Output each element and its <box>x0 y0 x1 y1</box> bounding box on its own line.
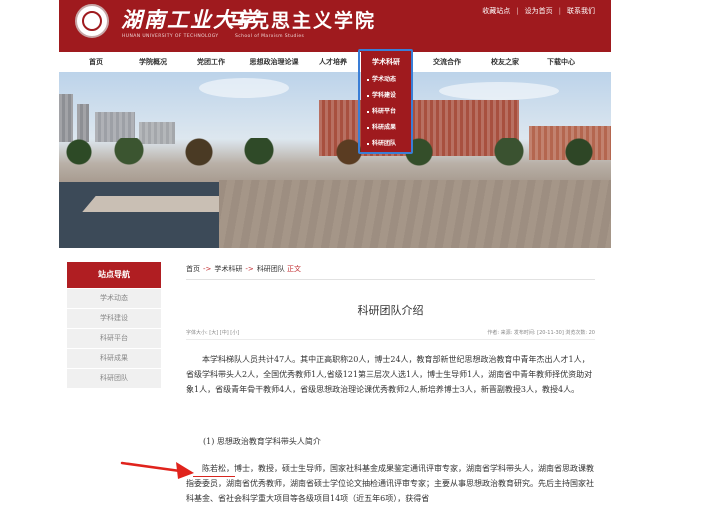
nav-item-talent[interactable]: 人才培养 <box>311 52 355 72</box>
school-name-en: School of Marxism Studies <box>235 34 305 39</box>
school-name: 马克思主义学院 <box>229 10 377 32</box>
nav-item-home[interactable]: 首页 <box>81 52 111 72</box>
pond <box>59 182 219 248</box>
trees <box>59 138 611 166</box>
sidebar-item-platform[interactable]: 科研平台 <box>67 329 161 348</box>
font-size-controls[interactable]: 字体大小: [大] [中] [小] <box>186 330 239 336</box>
divider: | <box>516 7 519 15</box>
highlight-annotation-box <box>358 49 413 154</box>
breadcrumb-arrow: -> <box>203 265 212 273</box>
nav-item-exchange[interactable]: 交流合作 <box>425 52 469 72</box>
sidebar-item-discipline[interactable]: 学科建设 <box>67 309 161 328</box>
university-seal-logo[interactable] <box>75 4 109 38</box>
cloud <box>199 78 289 98</box>
sidebar-item-achievements[interactable]: 科研成果 <box>67 349 161 368</box>
bookmark-link[interactable]: 收藏站点 <box>482 7 510 15</box>
breadcrumb: 首页 -> 学术科研 -> 科研团队 正文 <box>186 264 301 274</box>
paragraph-text: 陈若松，博士，教授，硕士生导师，国家社科基金成果鉴定通讯评审专家，湖南省学科带头… <box>186 464 594 503</box>
top-links: 收藏站点 | 设为首页 | 联系我们 <box>482 6 595 16</box>
plaza <box>219 180 611 248</box>
divider: | <box>558 7 561 15</box>
sidebar: 站点导航 学术动态 学科建设 科研平台 科研成果 科研团队 <box>67 262 161 388</box>
nav-item-about[interactable]: 学院概况 <box>131 52 175 72</box>
nav-item-download[interactable]: 下载中心 <box>539 52 583 72</box>
breadcrumb-arrow: -> <box>245 265 254 273</box>
building <box>59 94 73 142</box>
sidebar-item-academic-news[interactable]: 学术动态 <box>67 289 161 308</box>
page: 湖南工业大学 HUNAN UNIVERSITY OF TECHNOLOGY 马克… <box>59 0 611 514</box>
breadcrumb-research[interactable]: 学术科研 <box>214 265 242 273</box>
article-title: 科研团队介绍 <box>357 304 424 317</box>
set-homepage-link[interactable]: 设为首页 <box>525 7 553 15</box>
main-nav: 首页 学院概况 党团工作 思想政治理论课 人才培养 学术科研 交流合作 校友之家… <box>59 52 611 73</box>
breadcrumb-home[interactable]: 首页 <box>186 265 200 273</box>
name-underline-annotation <box>193 476 235 477</box>
article-meta: 字体大小: [大] [中] [小] 作者: 来源: 发布时间: [20-11-3… <box>186 329 595 336</box>
divider <box>186 339 595 340</box>
breadcrumb-team[interactable]: 科研团队 <box>257 265 285 273</box>
article-paragraph-2: 陈若松，博士，教授，硕士生导师，国家社科基金成果鉴定通讯评审专家，湖南省学科带头… <box>186 461 595 506</box>
red-arrow-annotation-icon <box>120 461 194 479</box>
sidebar-title: 站点导航 <box>67 262 161 288</box>
nav-item-party[interactable]: 党团工作 <box>189 52 233 72</box>
article-meta-info: 作者: 来源: 发布时间: [20-11-30] 浏览次数: 20 <box>487 330 595 336</box>
cloud <box>439 82 559 100</box>
contact-link[interactable]: 联系我们 <box>567 7 595 15</box>
campus-banner-image <box>59 72 611 248</box>
breadcrumb-current: 正文 <box>287 265 302 273</box>
paragraph-text: 本学科梯队人员共计47人。其中正高职称20人，博士24人，教育部新世纪思想政治教… <box>186 355 593 394</box>
site-header: 湖南工业大学 HUNAN UNIVERSITY OF TECHNOLOGY 马克… <box>59 0 611 52</box>
sidebar-item-team[interactable]: 科研团队 <box>67 369 161 388</box>
section-heading: (1) 思想政治教育学科带头人简介 <box>203 437 321 446</box>
university-name-en: HUNAN UNIVERSITY OF TECHNOLOGY <box>122 34 219 39</box>
nav-item-ideology-course[interactable]: 思想政治理论课 <box>239 52 309 72</box>
building <box>77 104 89 142</box>
article-paragraph-1: 本学科梯队人员共计47人。其中正高职称20人，博士24人，教育部新世纪思想政治教… <box>186 352 595 397</box>
divider <box>186 279 595 280</box>
nav-item-alumni[interactable]: 校友之家 <box>483 52 527 72</box>
